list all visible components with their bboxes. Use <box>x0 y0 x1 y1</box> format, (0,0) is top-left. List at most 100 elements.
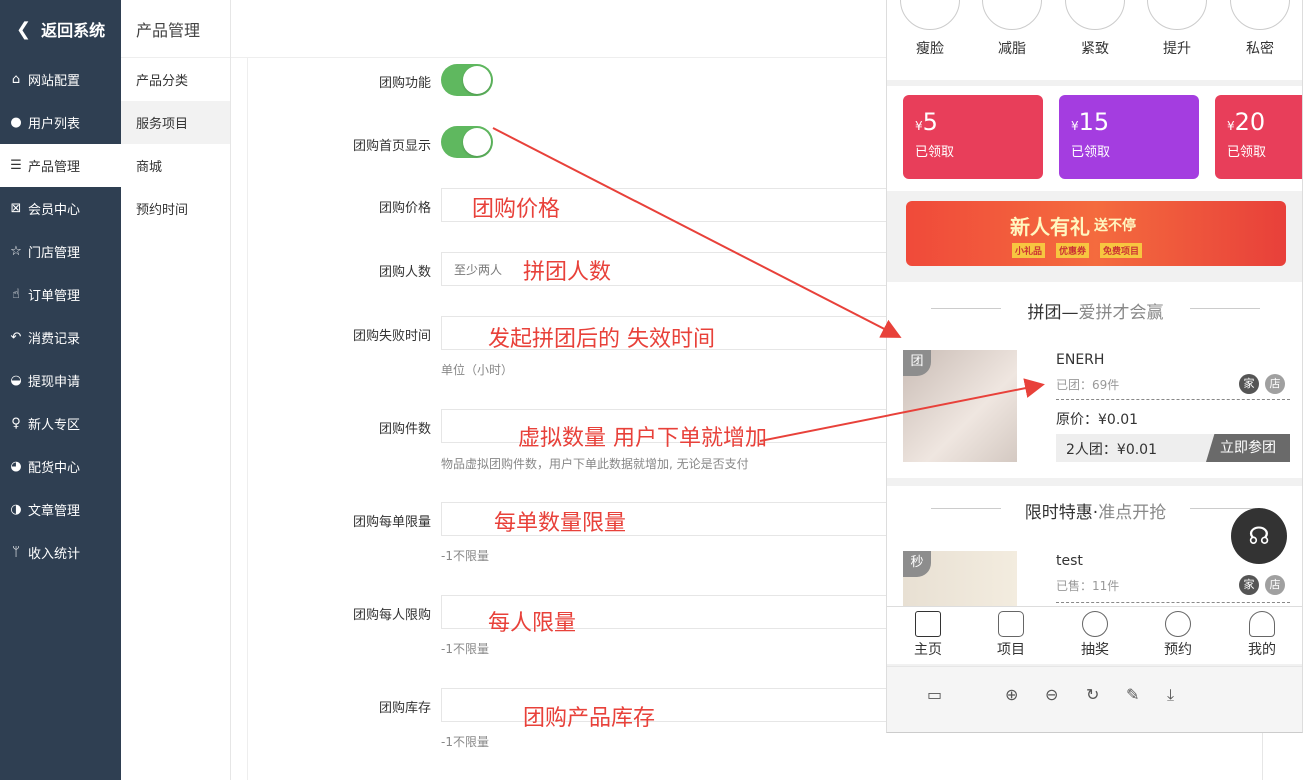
tab-mine[interactable]: 我的 <box>1232 611 1292 659</box>
refresh-icon[interactable]: ↻ <box>1086 685 1099 704</box>
tab-home[interactable]: 主页 <box>898 611 958 659</box>
coupon-5[interactable]: ¥5 已领取 <box>903 95 1043 179</box>
thumb-icon: ☝ <box>12 287 20 302</box>
stock-input[interactable] <box>441 688 901 722</box>
home-icon <box>915 611 941 637</box>
leftnav-item-label: 收入统计 <box>28 547 81 562</box>
groupbuy-sold: 已团：69件 <box>1056 378 1120 392</box>
category-private[interactable]: 私密 <box>1225 0 1295 58</box>
new-user-banner[interactable]: 新人有礼 送不停 小礼品 优惠券 免费项目 <box>906 201 1286 266</box>
stock-hint: -1不限量 <box>441 735 489 749</box>
leftnav-item-8[interactable]: ♀ 新人专区 <box>0 402 121 445</box>
grid-icon <box>998 611 1024 637</box>
leftnav-item-10[interactable]: ◑ 文章管理 <box>0 488 121 531</box>
leftnav-item-label: 消费记录 <box>28 332 81 347</box>
reply-icon: ↶ <box>10 330 22 345</box>
leftnav-item-1[interactable]: ● 用户列表 <box>0 101 121 144</box>
store-badge: 店 <box>1265 575 1285 595</box>
star-icon: ☆ <box>10 244 22 259</box>
back-to-system-button[interactable]: ❮ 返回系统 <box>0 0 121 58</box>
leftnav-item-label: 会员中心 <box>28 203 81 218</box>
leftnav-item-label: 提现申请 <box>28 375 81 390</box>
leftnav-item-7[interactable]: ◒ 提现申请 <box>0 359 121 402</box>
left-nav: ❮ 返回系统 ⌂ 网站配置 ● 用户列表 ☰ 产品管理 ⊠ 会员中心 ☆ 门店管理 ☝ 订单管理 ↶ 消费… <box>0 0 121 780</box>
groupbuy-enabled-toggle[interactable] <box>441 64 493 96</box>
per-order-hint: -1不限量 <box>441 549 489 563</box>
flashsale-product-image[interactable]: 秒 <box>903 551 1017 611</box>
phone-preview: 瘦脸 减脂 紧致 提升 私密 ¥5 已领取 ¥15 已领取 ¥20 已领取 新人… <box>886 0 1303 733</box>
flashsale-sold: 已售：11件 <box>1056 579 1120 593</box>
store-badge: 店 <box>1265 374 1285 394</box>
leftnav-item-label: 文章管理 <box>28 504 81 519</box>
preview-toolbar: ▭ ⊕ ⊖ ↻ ✎ ⤓ <box>887 666 1302 732</box>
groupbuy-product-name[interactable]: ENERH <box>1056 352 1104 368</box>
annotation-fail-time: 发起拼团后的 失效时间 <box>488 327 715 352</box>
leftnav-item-11[interactable]: ᛘ 收入统计 <box>0 531 121 574</box>
subnav-item-category[interactable]: 产品分类 <box>121 58 230 101</box>
leftnav-item-9[interactable]: ◕ 配货中心 <box>0 445 121 488</box>
cart-icon: ⊠ <box>10 201 22 216</box>
headset-icon: ☊ <box>1248 522 1270 550</box>
layout-icon[interactable]: ▭ <box>927 685 942 704</box>
subnav-item-appointment[interactable]: 预约时间 <box>121 187 230 230</box>
category-lift[interactable]: 提升 <box>1142 0 1212 58</box>
groupbuy-section: 拼团—爱拼才会赢 团 ENERH 已团：69件 家 店 原价：¥0.01 2人团… <box>887 282 1302 478</box>
home-icon: ⌂ <box>11 72 21 87</box>
home-badge: 家 <box>1239 374 1259 394</box>
customer-service-button[interactable]: ☊ <box>1231 508 1287 564</box>
subnav-item-mall[interactable]: 商城 <box>121 144 230 187</box>
flashsale-product-name[interactable]: test <box>1056 553 1083 569</box>
contrast-icon: ◑ <box>10 502 22 517</box>
download-icon[interactable]: ⤓ <box>1167 685 1174 705</box>
home-badge: 家 <box>1239 575 1259 595</box>
subnav-item-service[interactable]: 服务项目 <box>121 101 230 144</box>
join-group-button[interactable]: 立即参团 <box>1206 434 1290 462</box>
tab-projects[interactable]: 项目 <box>981 611 1041 659</box>
leftnav-item-label: 产品管理 <box>28 160 81 175</box>
sub-nav: 产品管理 产品分类 服务项目 商城 预约时间 <box>121 0 231 780</box>
annotation-price: 团购价格 <box>472 197 561 222</box>
count-label: 团购件数 <box>378 422 431 437</box>
groupbuy-home-toggle[interactable] <box>441 126 493 158</box>
user-icon <box>1249 611 1275 637</box>
zoom-in-icon[interactable]: ⊕ <box>1005 685 1018 704</box>
groupbuy-product-image[interactable]: 团 <box>903 350 1017 462</box>
tab-booking[interactable]: 预约 <box>1148 611 1208 659</box>
branch-icon: ᛘ <box>12 545 20 560</box>
groupbuy-original-price: 原价：¥0.01 <box>1056 412 1139 428</box>
wechat-icon: ◒ <box>10 373 22 388</box>
zoom-out-icon[interactable]: ⊖ <box>1045 685 1058 704</box>
coupon-20[interactable]: ¥20 已领取 <box>1215 95 1302 179</box>
fail-time-hint: 单位（小时） <box>441 363 514 377</box>
coupon-row: ¥5 已领取 ¥15 已领取 ¥20 已领取 <box>887 86 1302 191</box>
leftnav-item-4[interactable]: ☆ 门店管理 <box>0 230 121 273</box>
leftnav-item-0[interactable]: ⌂ 网站配置 <box>0 58 121 101</box>
count-hint: 物品虚拟团购件数，用户下单此数据就增加, 无论是否支付 <box>441 457 749 471</box>
back-label: 返回系统 <box>41 21 106 40</box>
edit-icon[interactable]: ✎ <box>1126 685 1139 704</box>
leftnav-item-2[interactable]: ☰ 产品管理 <box>0 144 121 187</box>
lottery-icon <box>1082 611 1108 637</box>
leftnav-item-label: 门店管理 <box>28 246 81 261</box>
category-fat-loss[interactable]: 减脂 <box>977 0 1047 58</box>
per-user-label: 团购每人限购 <box>352 608 431 623</box>
groupbuy-home-label: 团购首页显示 <box>352 139 431 154</box>
leftnav-item-5[interactable]: ☝ 订单管理 <box>0 273 121 316</box>
leftnav-item-label: 新人专区 <box>28 418 81 433</box>
coupon-15[interactable]: ¥15 已领取 <box>1059 95 1199 179</box>
category-firming[interactable]: 紧致 <box>1060 0 1130 58</box>
leftnav-item-6[interactable]: ↶ 消费记录 <box>0 316 121 359</box>
people-placeholder: 至少两人 <box>454 263 503 277</box>
server-icon: ☰ <box>10 158 22 173</box>
per-order-label: 团购每单限量 <box>352 515 431 530</box>
tab-lottery[interactable]: 抽奖 <box>1065 611 1125 659</box>
annotation-stock: 团购产品库存 <box>523 706 656 731</box>
groupbuy-group-price: 2人团：¥0.01 <box>1066 442 1157 458</box>
clock-icon <box>1165 611 1191 637</box>
category-slim-face[interactable]: 瘦脸 <box>895 0 965 58</box>
leftnav-item-label: 订单管理 <box>28 289 81 304</box>
people-label: 团购人数 <box>378 265 431 280</box>
leftnav-item-3[interactable]: ⊠ 会员中心 <box>0 187 121 230</box>
people-input[interactable] <box>441 252 901 286</box>
annotation-people: 拼团人数 <box>523 260 612 285</box>
